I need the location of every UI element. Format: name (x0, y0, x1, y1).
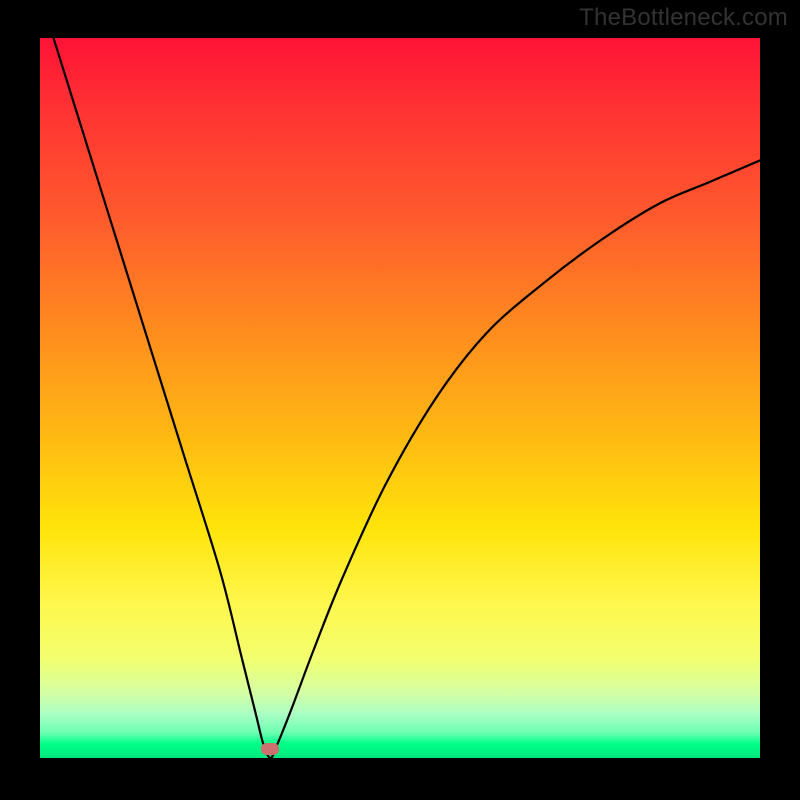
curve-svg (40, 38, 760, 758)
watermark-text: TheBottleneck.com (579, 4, 788, 32)
bottleneck-curve (40, 38, 760, 758)
chart-frame: TheBottleneck.com (0, 0, 800, 800)
optimum-marker (261, 743, 279, 755)
plot-area (40, 38, 760, 758)
